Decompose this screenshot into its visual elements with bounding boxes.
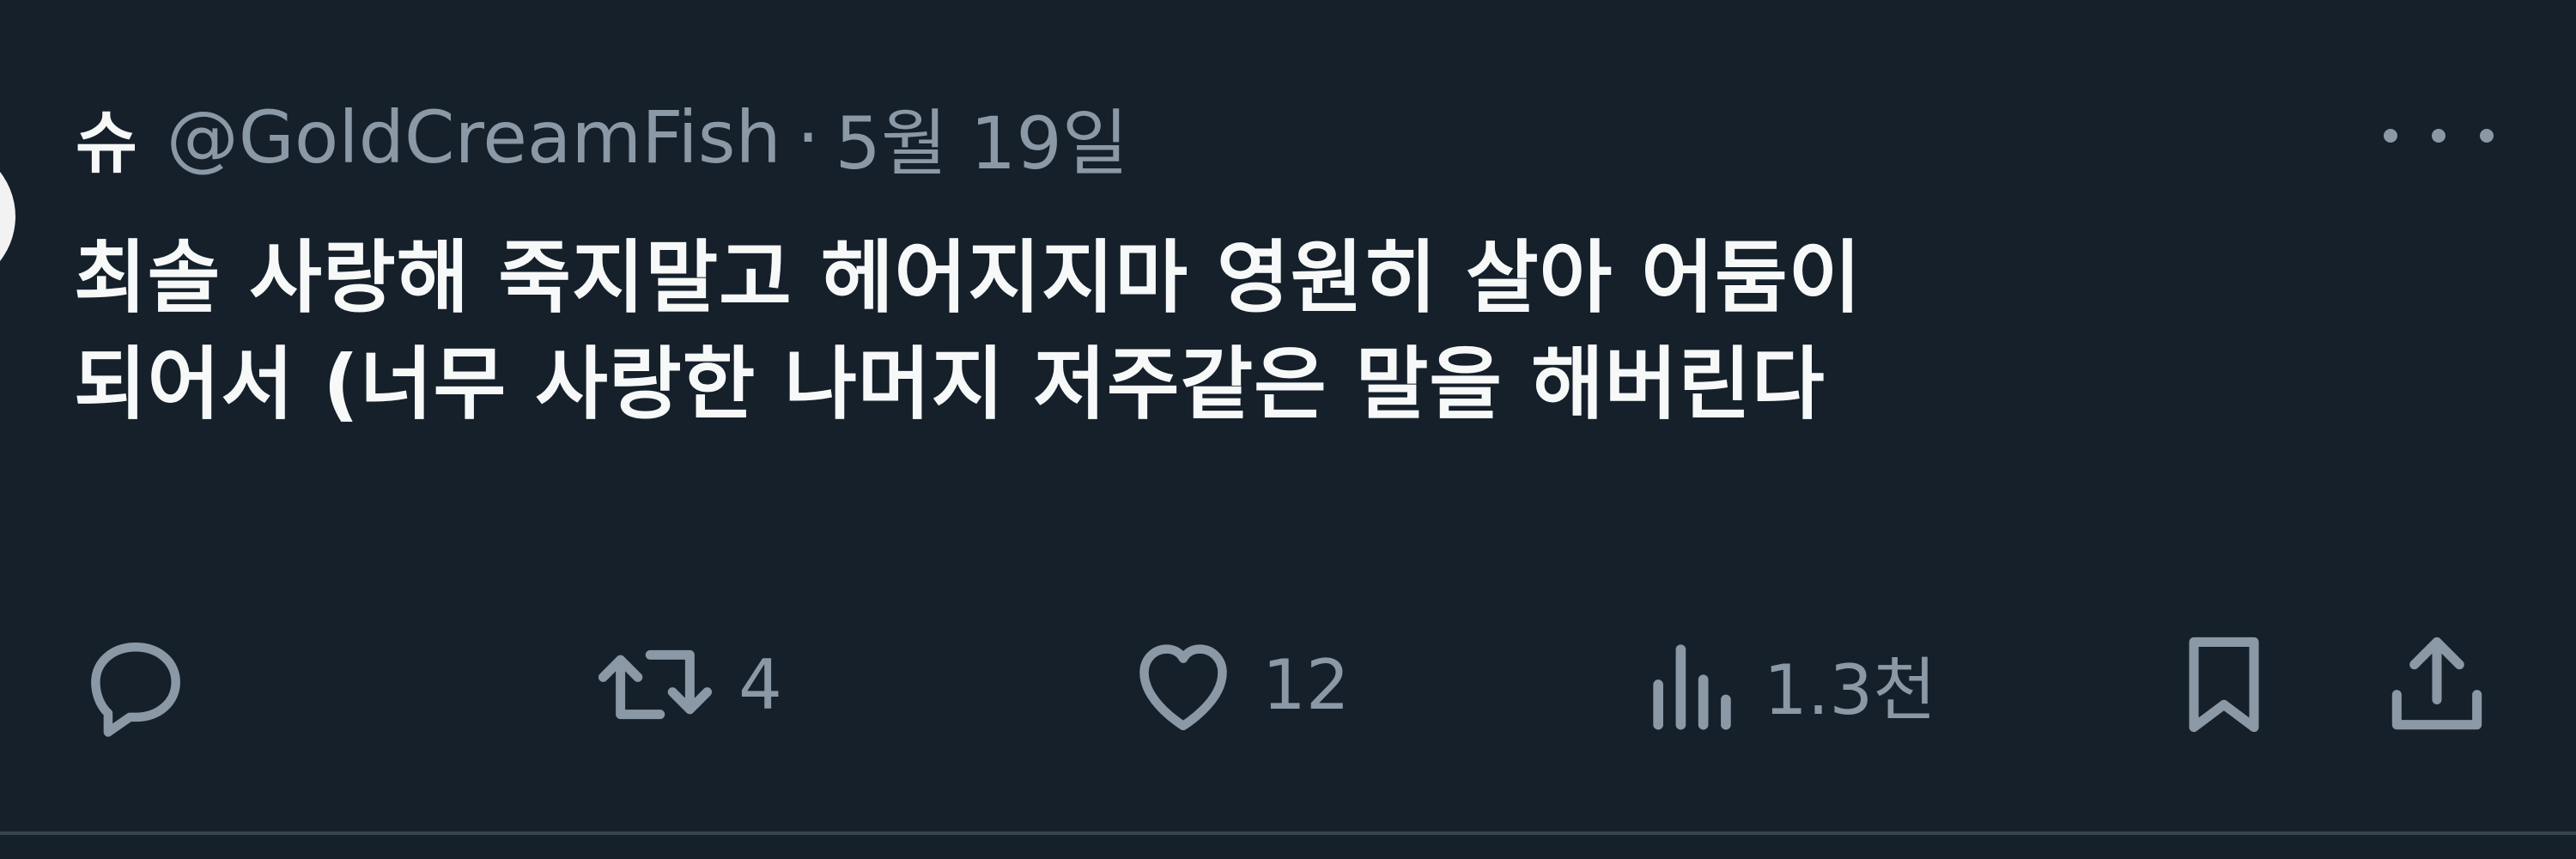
like-count: 12: [1262, 644, 1350, 725]
display-name[interactable]: 슈: [76, 89, 137, 186]
views-chart-icon: [1653, 644, 1731, 730]
retweet-button[interactable]: 4: [591, 620, 782, 749]
tweet-card[interactable]: 슈 @GoldCreamFish · 5월 19일 최솔 사랑해 죽지말고 헤어…: [0, 0, 2576, 859]
views-button[interactable]: 1.3천: [1642, 620, 1936, 749]
reply-icon: [91, 643, 180, 737]
share-button[interactable]: [2377, 620, 2497, 749]
reply-button[interactable]: [76, 620, 215, 749]
separator-dot: ·: [796, 95, 820, 180]
more-horizontal-icon[interactable]: [2384, 101, 2494, 170]
user-handle[interactable]: @GoldCreamFish: [167, 95, 781, 180]
views-count: 1.3천: [1764, 650, 1936, 730]
divider: [0, 832, 2576, 835]
bookmark-button[interactable]: [2172, 620, 2275, 749]
heart-icon: [1139, 644, 1227, 731]
tweet-header: 슈 @GoldCreamFish · 5월 19일: [76, 82, 1128, 193]
avatar[interactable]: [0, 144, 15, 289]
retweet-icon: [598, 649, 713, 720]
tweet-actions-bar: 4 12 1.3천: [0, 620, 2576, 749]
retweet-count: 4: [738, 644, 782, 725]
tweet-text-line: 되어서 (너무 사랑한 나머지 저주같은 말을 해버린다: [74, 338, 1826, 430]
bookmark-icon: [2189, 637, 2259, 733]
tweet-text-line: 최솔 사랑해 죽지말고 헤어지지마 영원히 살아 어둠이: [74, 232, 1862, 324]
share-icon: [2391, 637, 2482, 730]
tweet-text: 최솔 사랑해 죽지말고 헤어지지마 영원히 살아 어둠이 되어서 (너무 사랑한…: [74, 225, 2512, 438]
tweet-timestamp[interactable]: 5월 19일: [835, 86, 1128, 190]
like-button[interactable]: 12: [1123, 620, 1350, 749]
